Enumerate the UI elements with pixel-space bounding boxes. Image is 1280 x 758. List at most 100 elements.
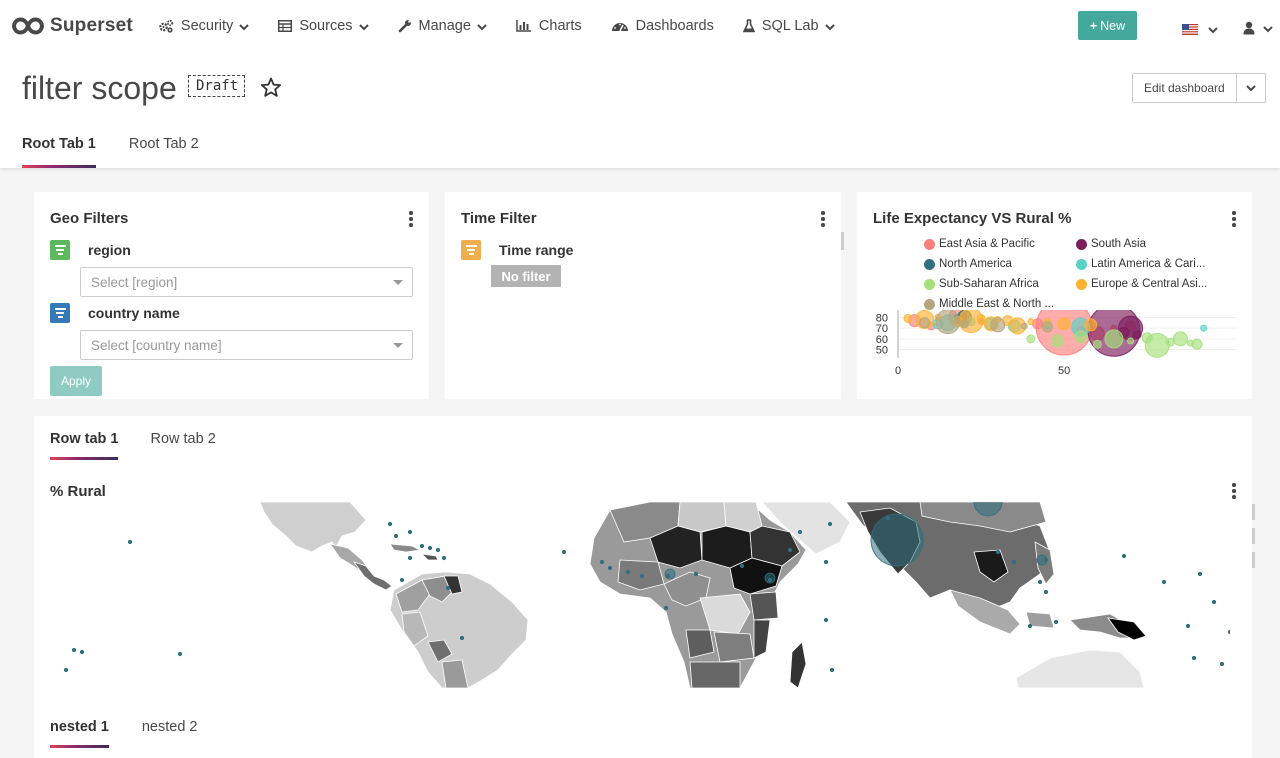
map-bubble[interactable]: [1211, 599, 1217, 605]
more-options-icon[interactable]: [409, 211, 413, 229]
map-bubble[interactable]: [797, 529, 803, 535]
tab-row-tab-2[interactable]: Row tab 2: [150, 431, 215, 447]
more-options-icon[interactable]: [1232, 211, 1236, 229]
map-bubble[interactable]: [764, 572, 776, 584]
map-bubble[interactable]: [663, 605, 669, 611]
legend-item[interactable]: Middle East & North ...: [924, 298, 1054, 310]
bubble-point[interactable]: [1074, 330, 1088, 344]
map-bubble[interactable]: [1185, 623, 1191, 629]
map-bubble[interactable]: [63, 667, 69, 673]
bubble-point[interactable]: [1084, 318, 1098, 332]
legend-item[interactable]: Sub-Saharan Africa: [924, 278, 1039, 290]
map-bubble[interactable]: [693, 571, 699, 577]
bubble-point[interactable]: [935, 310, 961, 335]
map-bubble[interactable]: [823, 559, 829, 565]
map-bubble[interactable]: [599, 559, 605, 565]
bubble-point[interactable]: [1127, 337, 1135, 345]
legend-item[interactable]: North America: [924, 258, 1012, 270]
map-bubble[interactable]: [607, 565, 613, 571]
map-bubble[interactable]: [870, 513, 924, 567]
bubble-point[interactable]: [1132, 330, 1142, 340]
legend-item[interactable]: Europe & Central Asi...: [1076, 278, 1207, 290]
bubble-point[interactable]: [1172, 331, 1188, 347]
star-icon[interactable]: [260, 77, 282, 103]
draft-badge[interactable]: Draft: [188, 75, 246, 97]
map-bubble[interactable]: [1037, 579, 1043, 585]
map-bubble[interactable]: [823, 617, 829, 623]
bubble-point[interactable]: [1027, 318, 1035, 326]
bubble-point[interactable]: [1057, 317, 1071, 331]
new-button[interactable]: + New: [1078, 11, 1137, 40]
scrollbar[interactable]: [1252, 528, 1255, 544]
map-bubble[interactable]: [1191, 655, 1197, 661]
map-bubble[interactable]: [827, 521, 833, 527]
map-bubble[interactable]: [625, 569, 631, 575]
map-bubble[interactable]: [1043, 589, 1049, 595]
region-select[interactable]: Select [region]: [80, 267, 413, 297]
map-bubble[interactable]: [127, 539, 133, 545]
map-bubble[interactable]: [739, 563, 745, 569]
tab-root-tab-2[interactable]: Root Tab 2: [129, 136, 199, 168]
map-bubble[interactable]: [393, 533, 399, 539]
map-bubble[interactable]: [387, 521, 393, 527]
bubble-point[interactable]: [1026, 334, 1036, 344]
bubble-point[interactable]: [959, 319, 969, 329]
nav-manage[interactable]: Manage: [398, 0, 487, 52]
edit-dashboard-dropdown[interactable]: [1237, 74, 1265, 102]
user-menu[interactable]: [1243, 18, 1273, 38]
tab-nested-2[interactable]: nested 2: [142, 719, 198, 735]
map-bubble[interactable]: [459, 635, 465, 641]
map-bubble[interactable]: [829, 667, 835, 673]
nav-dashboards[interactable]: Dashboards: [611, 0, 714, 52]
bubble-point[interactable]: [1050, 334, 1064, 348]
bubble-point[interactable]: [1020, 322, 1028, 330]
legend-item[interactable]: East Asia & Pacific: [924, 238, 1035, 250]
bubble-point[interactable]: [1041, 321, 1053, 333]
bubble-point[interactable]: [1144, 332, 1170, 358]
bubble-plot[interactable]: 807060500 50: [857, 310, 1252, 390]
bubble-point[interactable]: [976, 313, 986, 323]
map-bubble[interactable]: [427, 545, 433, 551]
map-bubble[interactable]: [639, 573, 645, 579]
bubble-point[interactable]: [1104, 329, 1124, 349]
map-bubble[interactable]: [79, 649, 85, 655]
legend-item[interactable]: South Asia: [1076, 238, 1146, 250]
legend-item[interactable]: Latin America & Cari...: [1076, 258, 1205, 270]
brand[interactable]: Superset: [12, 0, 133, 52]
map-bubble[interactable]: [399, 577, 405, 583]
dashboard-title[interactable]: filter scope: [22, 70, 177, 107]
map-bubble[interactable]: [407, 555, 413, 561]
edit-dashboard-button[interactable]: Edit dashboard: [1133, 74, 1237, 102]
tab-root-tab-1[interactable]: Root Tab 1: [22, 136, 96, 168]
map-bubble[interactable]: [71, 647, 77, 653]
map-bubble[interactable]: [995, 549, 1001, 555]
time-range-value[interactable]: No filter: [491, 265, 561, 287]
map-bubble[interactable]: [1227, 629, 1230, 635]
map-bubble[interactable]: [1219, 661, 1225, 667]
map-bubble[interactable]: [664, 568, 676, 580]
map-bubble[interactable]: [419, 543, 425, 549]
scrollbar[interactable]: [1252, 504, 1255, 520]
map-bubble[interactable]: [1036, 554, 1048, 566]
language-picker[interactable]: [1182, 19, 1218, 39]
map-bubble[interactable]: [177, 651, 183, 657]
country-name-select[interactable]: Select [country name]: [80, 330, 413, 360]
map-bubble[interactable]: [787, 547, 793, 553]
tab-row-tab-1[interactable]: Row tab 1: [50, 431, 119, 460]
nav-charts[interactable]: Charts: [516, 0, 582, 52]
map-bubble[interactable]: [407, 529, 413, 535]
nav-sources[interactable]: Sources: [278, 0, 369, 52]
bubble-point[interactable]: [919, 317, 931, 329]
map-bubble[interactable]: [1027, 623, 1033, 629]
more-options-icon[interactable]: [1232, 483, 1236, 501]
map-bubble[interactable]: [445, 585, 451, 591]
map-bubble[interactable]: [1053, 619, 1059, 625]
map-bubble[interactable]: [1011, 559, 1017, 565]
bubble-point[interactable]: [1200, 324, 1208, 332]
bubble-point[interactable]: [1092, 339, 1102, 349]
nav-sql-lab[interactable]: SQL Lab: [742, 0, 835, 52]
map-bubble[interactable]: [1161, 579, 1167, 585]
apply-button[interactable]: Apply: [50, 366, 102, 396]
map-bubble[interactable]: [441, 555, 447, 561]
scrollbar[interactable]: [841, 232, 844, 250]
